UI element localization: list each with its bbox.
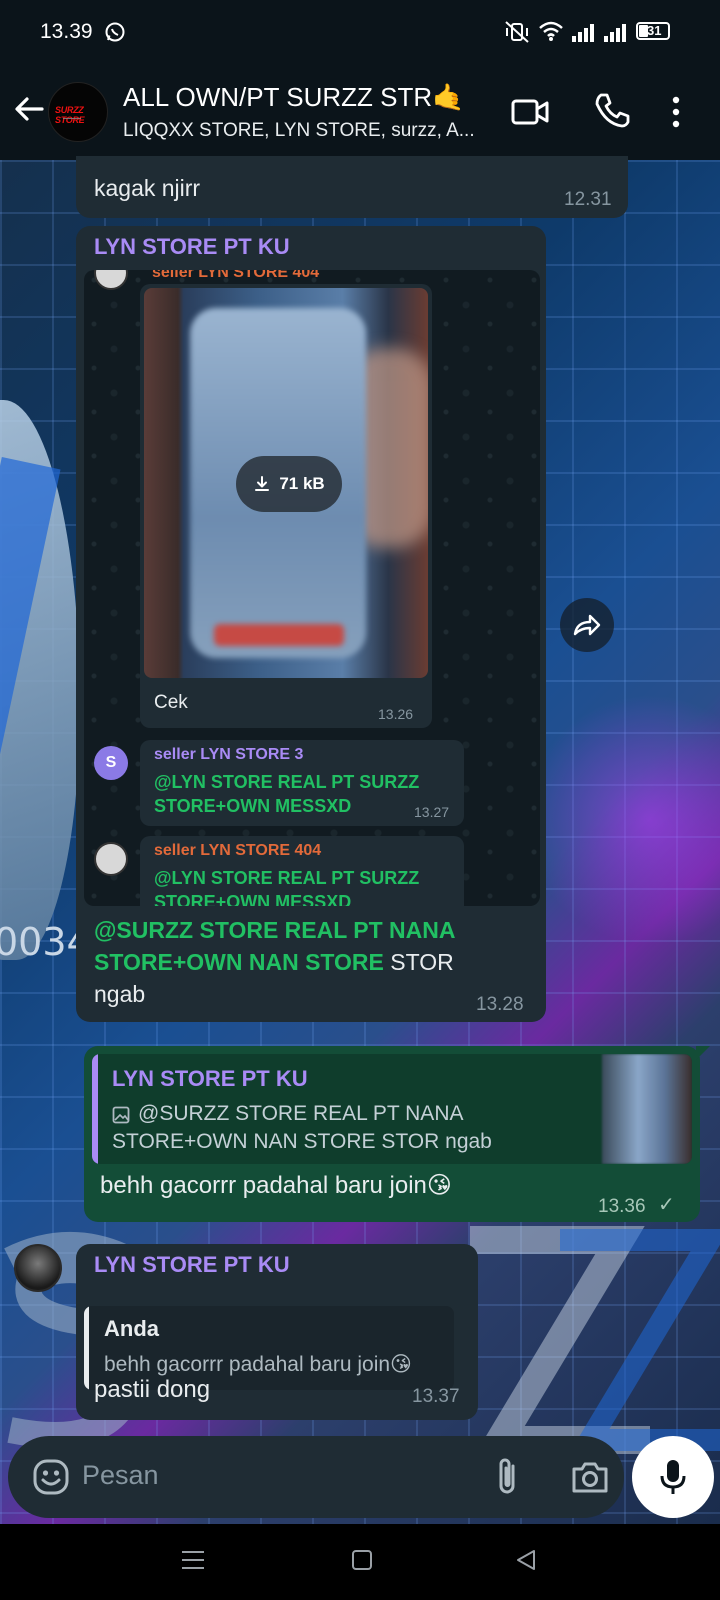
- photo-size: 71 kB: [279, 474, 325, 493]
- emoji-icon[interactable]: [32, 1458, 70, 1496]
- forwarded-text-line1: @LYN STORE REAL PT SURZZ: [154, 868, 420, 888]
- whatsapp-notification-icon: [105, 22, 125, 42]
- group-title[interactable]: ALL OWN/PT SURZZ STR🤙: [123, 82, 465, 113]
- sender-avatar-s: S: [94, 746, 128, 780]
- status-time: 13.39: [40, 20, 93, 43]
- message-input-bar[interactable]: Pesan: [8, 1436, 624, 1518]
- wifi-icon: [539, 21, 563, 41]
- avatar-logo-text: SURZZ STORE: [55, 105, 85, 125]
- quoted-message[interactable]: LYN STORE PT KU @SURZZ STORE REAL PT NAN…: [92, 1054, 692, 1164]
- wallpaper-glow: [540, 680, 720, 960]
- quote-sender: LYN STORE PT KU: [112, 1066, 308, 1091]
- sender-name[interactable]: LYN STORE PT KU: [94, 1252, 290, 1278]
- sender-name[interactable]: LYN STORE PT KU: [94, 234, 290, 260]
- message-bubble-incoming[interactable]: kagak njirr 12.31: [76, 156, 628, 218]
- voice-message-button[interactable]: [632, 1436, 714, 1518]
- system-navigation-bar: [0, 1524, 720, 1600]
- paperclip-icon[interactable]: [492, 1456, 522, 1498]
- sent-tick-icon: ✓: [658, 1194, 675, 1216]
- quote-sender: Anda: [104, 1316, 159, 1341]
- photo-red-button: [214, 624, 344, 646]
- battery-icon: 31: [636, 22, 670, 40]
- forwarded-message[interactable]: seller LYN STORE 404 @LYN STORE REAL PT …: [140, 836, 464, 906]
- bubble-tail: [696, 1046, 710, 1060]
- photo-caption: Cek: [154, 692, 188, 713]
- video-call-icon[interactable]: [510, 92, 550, 132]
- photo-time: 13.26: [378, 706, 414, 722]
- more-vert-icon[interactable]: [666, 92, 686, 132]
- photo-thumbnail[interactable]: 71 kB: [144, 288, 428, 678]
- forwarded-text-line2: STORE+OWN MESSXD: [154, 892, 352, 906]
- download-button[interactable]: 71 kB: [236, 456, 342, 512]
- forwarded-message[interactable]: seller LYN STORE 3 @LYN STORE REAL PT SU…: [140, 740, 464, 826]
- phone-icon[interactable]: [592, 90, 632, 130]
- message-text-line3: ngab: [94, 981, 146, 1007]
- quote-text-line1: @SURZZ STORE REAL PT NANA: [138, 1102, 464, 1125]
- quote-text: behh gacorrr padahal baru join😘: [104, 1353, 412, 1376]
- forwarded-sender: seller LYN STORE 3: [154, 746, 304, 763]
- sender-avatar: [94, 842, 128, 876]
- message-text-rest: STOR: [383, 949, 454, 975]
- signal-2-icon: [604, 24, 626, 42]
- quote-text-line2: STORE+OWN NAN STORE STOR ngab: [112, 1130, 492, 1153]
- status-bar: 13.39 31: [0, 0, 720, 62]
- forwarded-time: 13.27: [414, 804, 450, 820]
- signal-1-icon: [572, 24, 594, 42]
- message-bubble-incoming[interactable]: LYN STORE PT KU Anda behh gacorrr padaha…: [76, 1244, 478, 1420]
- message-input[interactable]: Pesan: [82, 1460, 159, 1491]
- avatar-logo-bar: ━━━━━━: [63, 116, 82, 122]
- message-text: @SURZZ STORE REAL PT NANA STORE+OWN NAN …: [94, 914, 534, 1010]
- forwarded-sender: seller LYN STORE 404: [154, 842, 322, 859]
- forward-icon: [573, 614, 601, 636]
- group-members[interactable]: LIQQXX STORE, LYN STORE, surzz, A...: [123, 120, 475, 142]
- forwarded-messages-card[interactable]: seller LYN STORE 404 71 kB Cek 13.26 S s…: [84, 270, 540, 906]
- message-bubble-outgoing[interactable]: LYN STORE PT KU @SURZZ STORE REAL PT NAN…: [84, 1046, 710, 1222]
- quote-bar: [92, 1054, 98, 1164]
- home-icon[interactable]: [350, 1548, 374, 1572]
- photo-message[interactable]: 71 kB Cek 13.26: [140, 284, 432, 728]
- download-icon: [255, 476, 270, 491]
- forward-button[interactable]: [560, 598, 614, 652]
- message-time: 13.37: [412, 1386, 460, 1407]
- message-time: 13.28: [476, 994, 524, 1015]
- back-nav-icon[interactable]: [514, 1548, 538, 1572]
- back-arrow-icon[interactable]: [12, 92, 46, 126]
- forwarded-text-line2: STORE+OWN MESSXD: [154, 796, 352, 816]
- quote-bar: [84, 1306, 89, 1390]
- forwarded-sender: seller LYN STORE 404: [152, 270, 320, 281]
- message-time: 12.31: [564, 189, 612, 210]
- group-avatar[interactable]: SURZZ STORE ━━━━━━: [48, 82, 108, 142]
- recent-apps-icon[interactable]: [180, 1548, 206, 1572]
- mention-text[interactable]: STORE+OWN NAN STORE: [94, 949, 384, 975]
- image-icon: [112, 1106, 130, 1124]
- battery-level: 31: [647, 23, 662, 38]
- mention-text[interactable]: @SURZZ STORE REAL PT NANA: [94, 917, 456, 943]
- message-text: kagak njirr: [94, 175, 201, 201]
- message-text: behh gacorrr padahal baru join😘: [100, 1172, 452, 1199]
- chat-header: SURZZ STORE ━━━━━━ ALL OWN/PT SURZZ STR🤙…: [0, 62, 720, 160]
- message-text: pastii dong: [94, 1376, 211, 1403]
- quote-thumbnail: [602, 1054, 692, 1164]
- mic-icon: [660, 1460, 686, 1494]
- vibrate-off-icon: [505, 21, 529, 43]
- avatar-letter: S: [105, 754, 117, 771]
- sender-avatar[interactable]: [14, 1244, 62, 1292]
- camera-icon[interactable]: [570, 1458, 610, 1496]
- forwarded-text-line1: @LYN STORE REAL PT SURZZ: [154, 772, 420, 792]
- message-time: 13.36: [598, 1196, 646, 1217]
